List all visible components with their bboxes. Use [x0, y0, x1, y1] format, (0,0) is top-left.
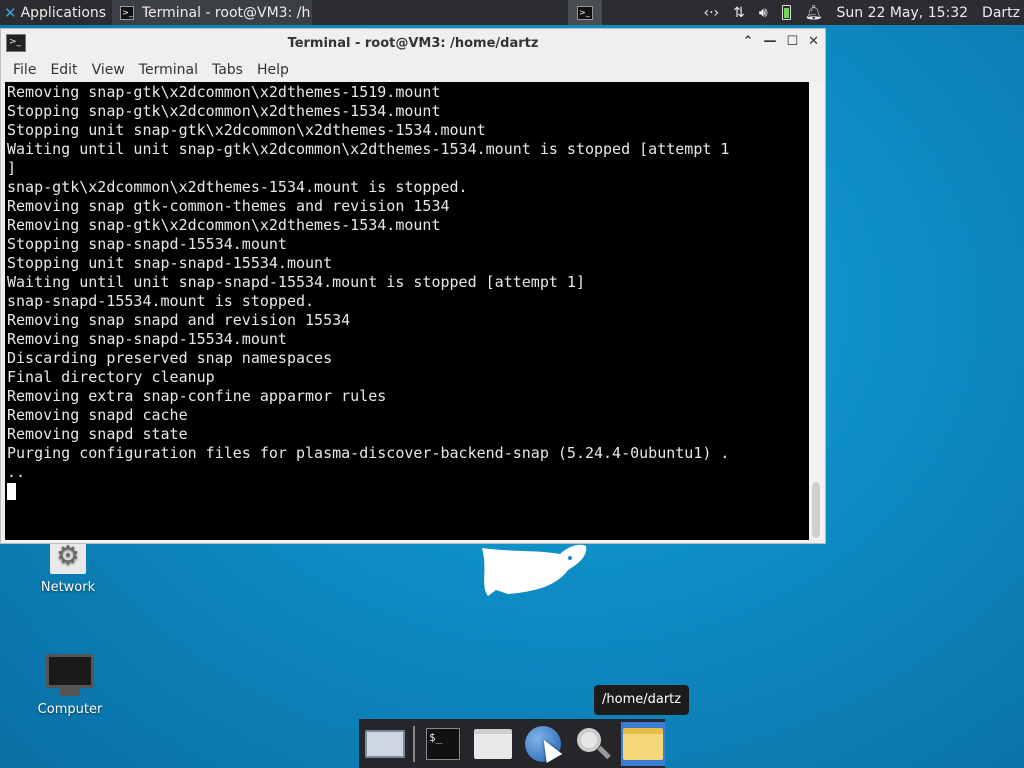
monitor-stand [60, 688, 80, 696]
terminal-line: .. [7, 463, 26, 481]
terminal-line: Waiting until unit snap-gtk\x2dcommon\x2… [7, 140, 730, 158]
network-label: Network [40, 580, 96, 595]
network-arrows-icon[interactable]: ‹·› [704, 5, 720, 21]
terminal-line: snap-snapd-15534.mount is stopped. [7, 292, 315, 310]
terminal-line: Removing snap gtk-common-themes and revi… [7, 197, 450, 215]
notification-bell-icon[interactable]: 🔔︎ [805, 5, 823, 21]
terminal-emulator-icon: $_ [426, 727, 460, 760]
shade-button[interactable]: ⌃ [743, 34, 754, 49]
terminal-scrollbar[interactable] [809, 82, 823, 540]
clock[interactable]: Sun 22 May, 15:32 [837, 5, 969, 21]
show-desktop-icon [365, 729, 405, 758]
terminal-prompt-line[interactable] [7, 482, 807, 501]
folder-icon [623, 727, 663, 760]
menu-bar: File Edit View Terminal Tabs Help [1, 57, 825, 83]
terminal-line: Removing extra snap-confine apparmor rul… [7, 387, 387, 405]
taskbar-terminal-button[interactable]: >_ Terminal - root@VM3: /h... [112, 0, 313, 25]
terminal-line: Stopping unit snap-gtk\x2dcommon\x2dthem… [7, 121, 486, 139]
terminal-line: Final directory cleanup [7, 368, 215, 386]
menu-terminal[interactable]: Terminal [132, 62, 205, 78]
maximize-button[interactable]: ☐ [786, 34, 798, 49]
text-cursor [7, 483, 16, 500]
terminal-line: Removing snap-gtk\x2dcommon\x2dthemes-15… [7, 83, 441, 101]
bottom-dock: $_ [359, 719, 665, 768]
menu-tabs[interactable]: Tabs [205, 62, 250, 78]
menu-edit[interactable]: Edit [43, 62, 84, 78]
dock-home-folder[interactable] [621, 721, 665, 766]
terminal-window: >_ Terminal - root@VM3: /home/dartz ⌃ — … [0, 28, 826, 544]
scrollbar-thumb[interactable] [812, 482, 820, 538]
system-tray: ‹·› ⇅ 🔊︎ 🔔︎ Sun 22 May, 15:32 Dartz [704, 0, 1024, 25]
terminal-line: Waiting until unit snap-snapd-15534.moun… [7, 273, 585, 291]
dock-terminal[interactable]: $_ [421, 722, 465, 766]
minimize-button[interactable]: — [763, 34, 776, 49]
volume-icon[interactable]: 🔊︎ [759, 5, 768, 21]
terminal-line: Removing snapd cache [7, 406, 188, 424]
applications-label: Applications [20, 4, 107, 21]
terminal-line: Removing snap-gtk\x2dcommon\x2dthemes-15… [7, 216, 441, 234]
menu-file[interactable]: File [6, 62, 43, 78]
applications-menu-button[interactable]: ✕ Applications [0, 0, 110, 25]
window-controls: ⌃ — ☐ ✕ [743, 34, 819, 49]
xfce-mouse-logo [482, 544, 587, 596]
taskbar-terminal-title: Terminal - root@VM3: /h... [141, 4, 313, 21]
terminal-line: Stopping snap-snapd-15534.mount [7, 235, 287, 253]
workspace-switcher[interactable]: >_ [568, 0, 602, 25]
terminal-line: Purging configuration files for plasma-d… [7, 444, 730, 462]
menu-help[interactable]: Help [250, 62, 296, 78]
workspace-window-icon: >_ [577, 5, 593, 20]
magnifier-icon [575, 726, 611, 762]
close-button[interactable]: ✕ [808, 34, 819, 49]
battery-icon[interactable] [781, 5, 791, 20]
terminal-icon: >_ [120, 5, 134, 20]
terminal-line: snap-gtk\x2dcommon\x2dthemes-1534.mount … [7, 178, 468, 196]
terminal-line: Discarding preserved snap namespaces [7, 349, 333, 367]
terminal-line: ] [7, 159, 17, 177]
terminal-line: Stopping snap-gtk\x2dcommon\x2dthemes-15… [7, 102, 441, 120]
dock-separator [413, 725, 415, 762]
home-folder-icon [474, 728, 512, 759]
monitor-icon [46, 654, 94, 688]
terminal-line: Removing snap-snapd-15534.mount [7, 330, 287, 348]
window-title: Terminal - root@VM3: /home/dartz [287, 35, 539, 51]
transfer-icon[interactable]: ⇅ [733, 5, 745, 21]
user-menu[interactable]: Dartz [982, 5, 1020, 21]
terminal-line: Removing snapd state [7, 425, 188, 443]
dock-app-finder[interactable] [571, 722, 615, 766]
computer-label: Computer [37, 702, 103, 717]
desktop-icon-computer[interactable]: Computer [25, 654, 115, 717]
dock-tooltip: /home/dartz [594, 685, 690, 715]
menu-view[interactable]: View [85, 62, 132, 78]
xfce-logo-icon: ✕ [4, 3, 17, 22]
window-titlebar[interactable]: >_ Terminal - root@VM3: /home/dartz ⌃ — … [1, 29, 825, 57]
dock-show-desktop[interactable] [363, 722, 407, 766]
desktop-icon-network[interactable]: ⚙ Network [23, 538, 113, 595]
terminal-output[interactable]: Removing snap-gtk\x2dcommon\x2dthemes-15… [5, 82, 809, 540]
dock-file-manager[interactable] [471, 722, 515, 766]
terminal-line: Removing snap snapd and revision 15534 [7, 311, 351, 329]
top-panel: ✕ Applications >_ Terminal - root@VM3: /… [0, 0, 1024, 25]
terminal-line: Stopping unit snap-snapd-15534.mount [7, 254, 333, 272]
